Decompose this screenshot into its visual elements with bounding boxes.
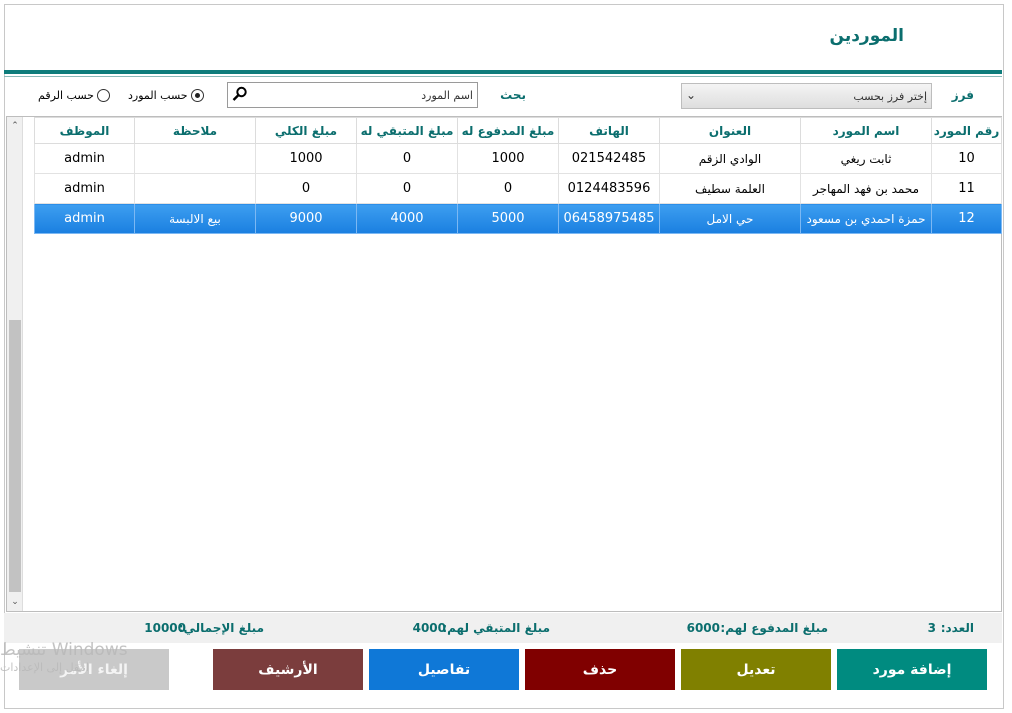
- cell-phone: 0124483596: [558, 173, 660, 204]
- cell-name: محمد بن فهد المهاجر: [800, 173, 932, 204]
- cell-paid: 0: [457, 173, 559, 204]
- table-row[interactable]: 11 محمد بن فهد المهاجر العلمة سطيف 01244…: [34, 173, 1002, 204]
- column-header[interactable]: الموظف: [34, 117, 135, 144]
- chevron-down-icon: ⌄: [686, 88, 697, 102]
- table-header-row: رقم المورد اسم المورد العنوان الهاتف مبل…: [34, 117, 1002, 144]
- cell-address: العلمة سطيف: [659, 173, 801, 204]
- cell-employee: admin: [34, 143, 135, 174]
- total-label: مبلغ الإجمالي:: [178, 621, 264, 635]
- count-label: العدد:: [940, 621, 974, 635]
- radio-by-number-label: حسب الرقم: [38, 89, 94, 102]
- search-input[interactable]: اسم المورد: [227, 82, 478, 108]
- column-header[interactable]: اسم المورد: [800, 117, 932, 144]
- cell-phone: 06458975485: [558, 203, 660, 234]
- cell-total: 0: [255, 173, 357, 204]
- column-header[interactable]: ملاحظة: [134, 117, 256, 144]
- cell-total: 9000: [255, 203, 357, 234]
- watermark-line2: انتقل إلى الإعدادات: [0, 661, 89, 674]
- table-row-selected[interactable]: 12 حمزة احمدي بن مسعود حي الامل 06458975…: [34, 203, 1002, 234]
- cell-paid: 1000: [457, 143, 559, 174]
- cell-address: الوادي الزقم: [659, 143, 801, 174]
- add-supplier-button[interactable]: إضافة مورد: [837, 649, 987, 690]
- suppliers-grid: ⌃ ⌄ رقم المورد اسم المورد العنوان الهاتف…: [6, 116, 1002, 612]
- watermark-line1: تنشيط Windows: [0, 640, 128, 660]
- search-placeholder: اسم المورد: [421, 89, 473, 102]
- cell-name: حمزة احمدي بن مسعود: [800, 203, 932, 234]
- cell-note: [134, 173, 256, 204]
- total-value: 10000: [144, 621, 186, 635]
- cell-remaining: 4000: [356, 203, 458, 234]
- delete-button[interactable]: حذف: [525, 649, 675, 690]
- paid-label: مبلغ المدفوع لهم:: [720, 621, 828, 635]
- page-title: الموردين: [829, 26, 904, 46]
- sort-label: فرز: [951, 88, 974, 102]
- cell-phone: 021542485: [558, 143, 660, 174]
- edit-button[interactable]: تعديل: [681, 649, 831, 690]
- count-value: 3: [927, 621, 936, 635]
- activation-watermark: تنشيط Windows انتقل إلى الإعدادات: [0, 641, 128, 677]
- scrollbar-thumb[interactable]: [9, 320, 21, 592]
- cell-employee: admin: [34, 173, 135, 204]
- cell-id: 12: [931, 203, 1002, 234]
- summary-bar: العدد: 3 مبلغ المدفوع لهم: 6000 مبلغ الم…: [4, 613, 1002, 643]
- cell-id: 11: [931, 173, 1002, 204]
- cell-paid: 5000: [457, 203, 559, 234]
- cell-id: 10: [931, 143, 1002, 174]
- column-header[interactable]: مبلغ المتبقي له: [356, 117, 458, 144]
- sort-select[interactable]: إختر فرز بحسب ⌄: [681, 83, 932, 109]
- cell-remaining: 0: [356, 173, 458, 204]
- cell-employee: admin: [34, 203, 135, 234]
- archive-button[interactable]: الأرشيف: [213, 649, 363, 690]
- scroll-up-icon[interactable]: ⌃: [9, 119, 21, 133]
- column-header[interactable]: مبلغ المدفوع له: [457, 117, 559, 144]
- radio-by-supplier-label: حسب المورد: [128, 89, 188, 102]
- table-row[interactable]: 10 ثابت ريغي الوادي الزقم 021542485 1000…: [34, 143, 1002, 174]
- radio-unchecked-icon: [96, 89, 110, 102]
- cell-remaining: 0: [356, 143, 458, 174]
- cell-name: ثابت ريغي: [800, 143, 932, 174]
- header-divider-line: [4, 76, 1002, 77]
- header-divider: [4, 70, 1002, 74]
- column-header[interactable]: الهاتف: [558, 117, 660, 144]
- search-label: بحث: [500, 88, 526, 102]
- remaining-label: مبلغ المتبقي لهم:: [442, 621, 550, 635]
- paid-value: 6000: [686, 621, 720, 635]
- vertical-scrollbar[interactable]: ⌃ ⌄: [7, 117, 23, 611]
- radio-by-supplier[interactable]: حسب المورد: [128, 89, 204, 102]
- sort-select-value: إختر فرز بحسب: [853, 90, 927, 103]
- remaining-value: 4000: [412, 621, 446, 635]
- suppliers-table: رقم المورد اسم المورد العنوان الهاتف مبل…: [34, 117, 1002, 234]
- cell-note: [134, 143, 256, 174]
- column-header[interactable]: رقم المورد: [931, 117, 1002, 144]
- radio-by-number[interactable]: حسب الرقم: [38, 89, 110, 102]
- cell-address: حي الامل: [659, 203, 801, 234]
- radio-checked-icon: [190, 89, 204, 102]
- scroll-down-icon[interactable]: ⌄: [9, 595, 21, 609]
- column-header[interactable]: العنوان: [659, 117, 801, 144]
- cell-note: بيع الالبسة: [134, 203, 256, 234]
- search-icon: [232, 86, 247, 101]
- details-button[interactable]: تفاصيل: [369, 649, 519, 690]
- column-header[interactable]: مبلغ الكلي: [255, 117, 357, 144]
- cell-total: 1000: [255, 143, 357, 174]
